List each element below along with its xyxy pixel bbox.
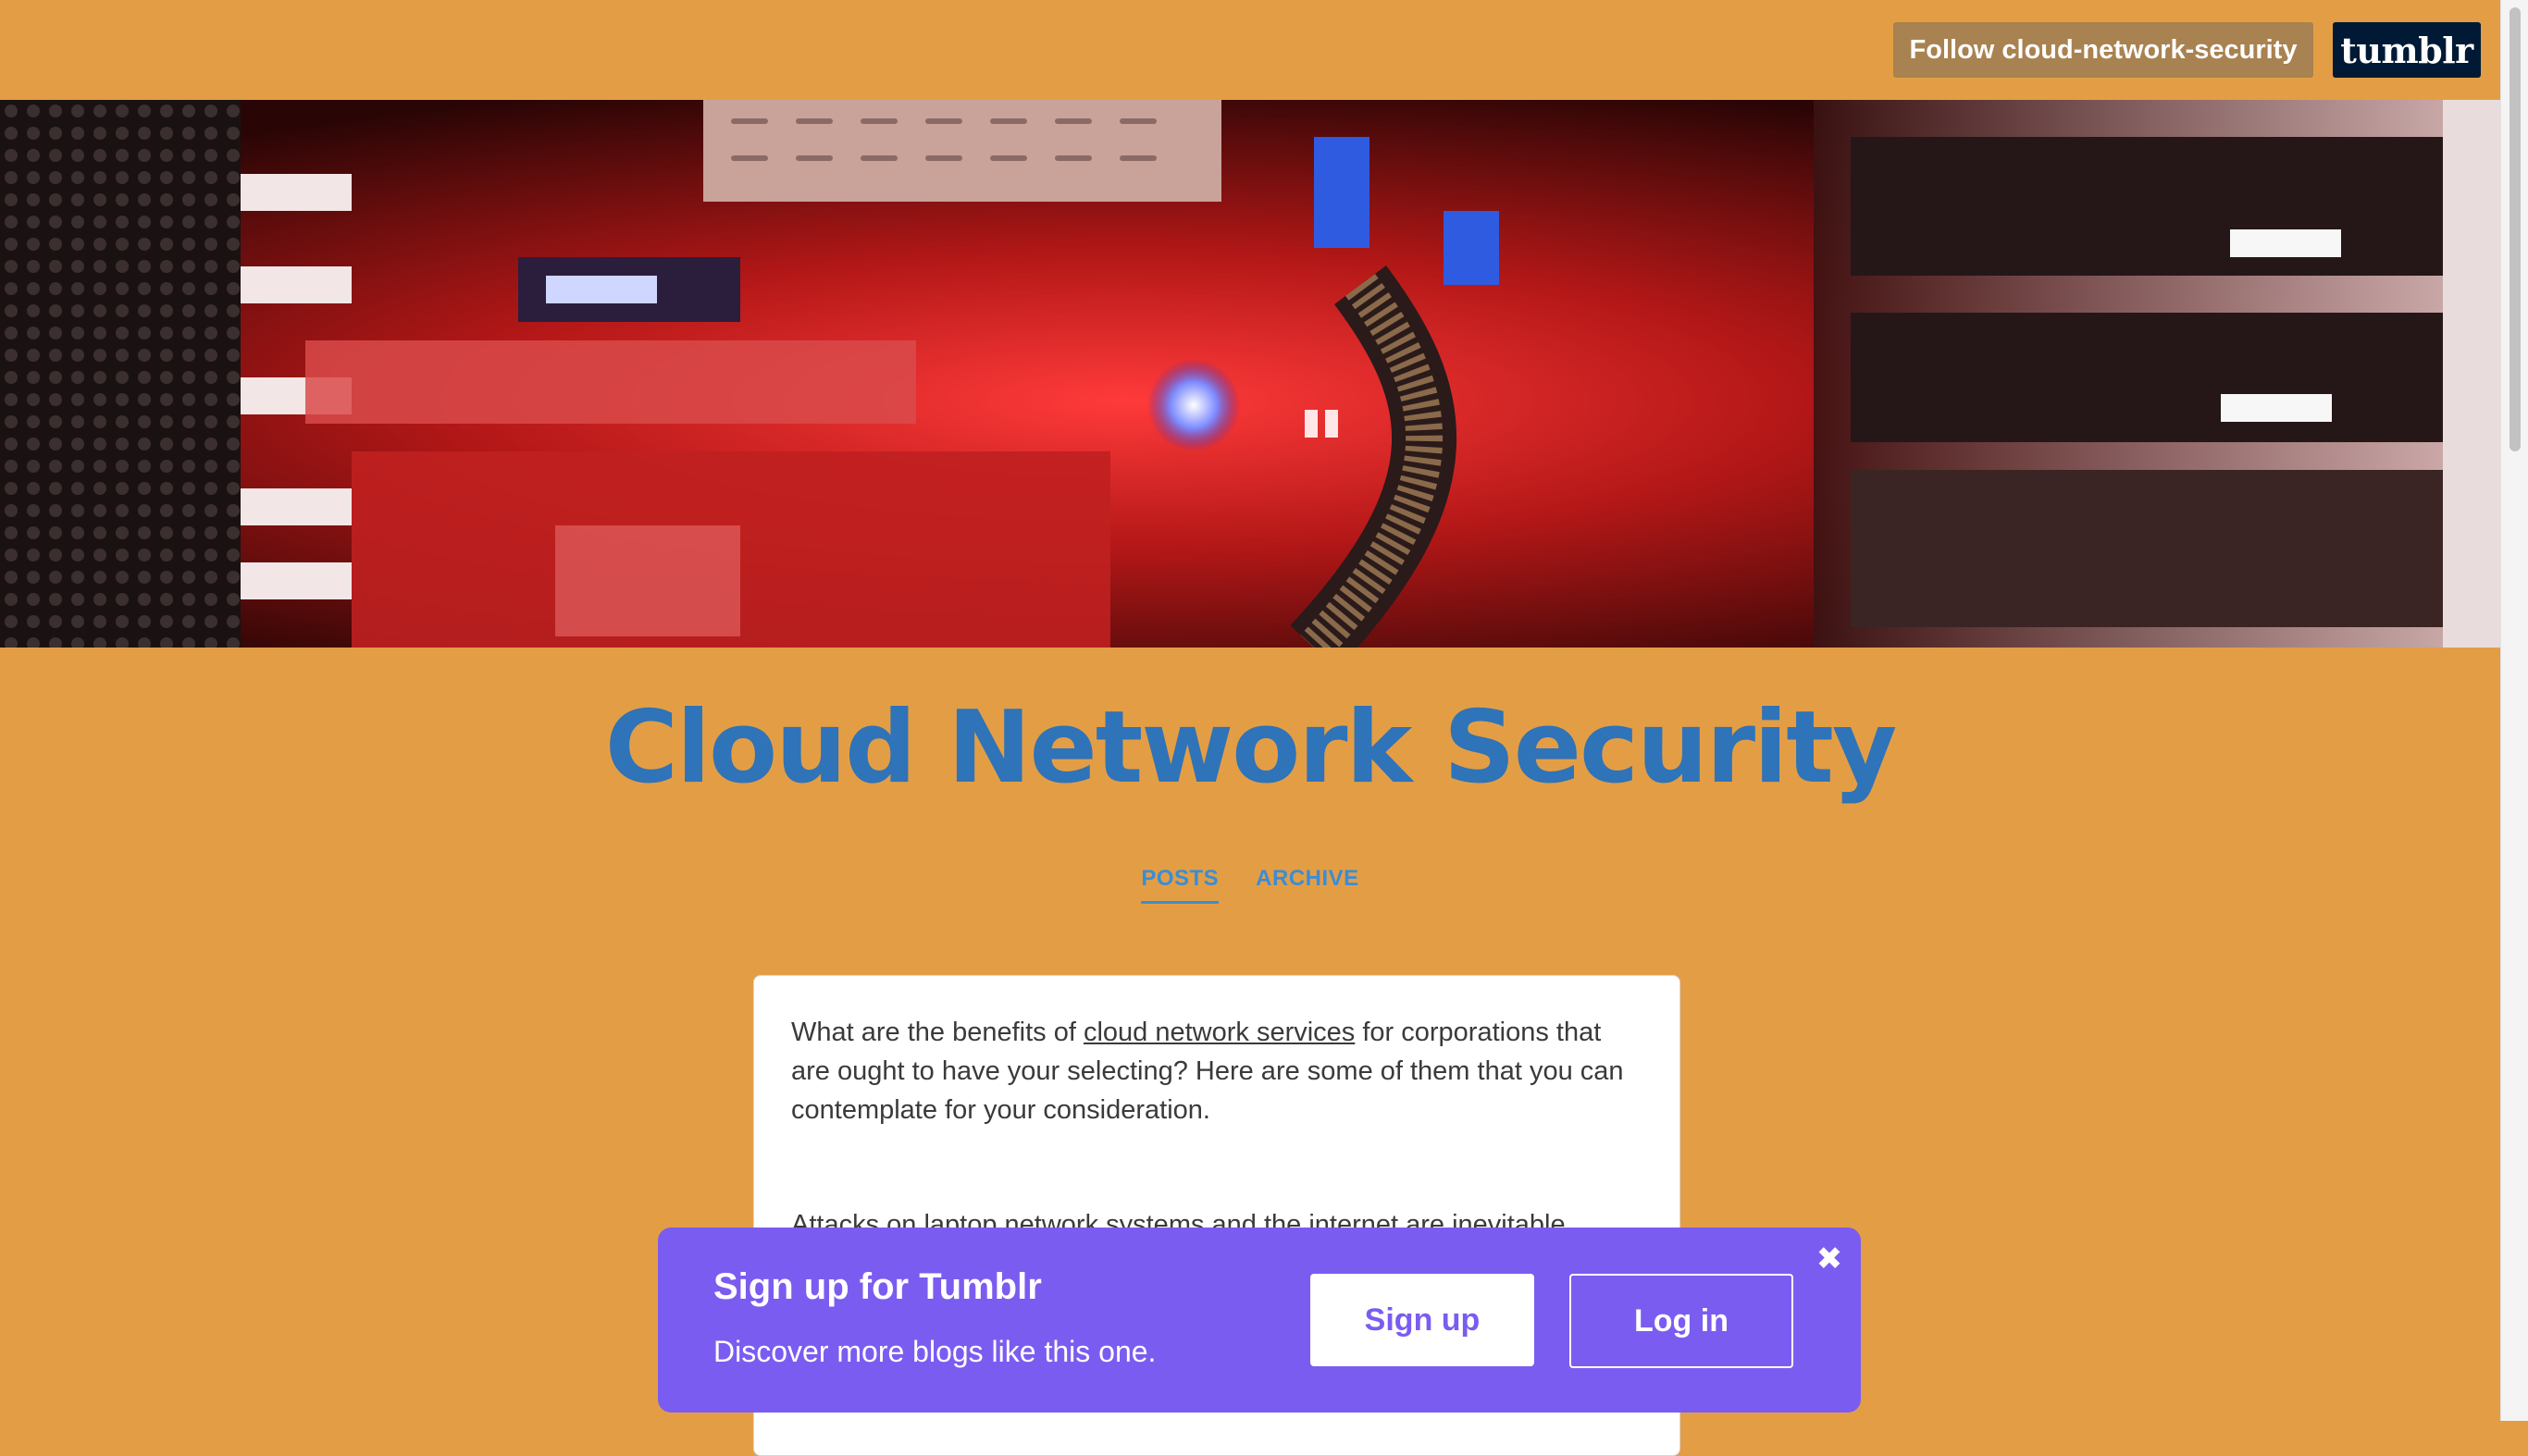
signup-title: Sign up for Tumblr xyxy=(713,1266,1042,1307)
log-in-button[interactable]: Log in xyxy=(1569,1274,1793,1368)
signup-subtitle: Discover more blogs like this one. xyxy=(713,1335,1157,1368)
top-bar: Follow cloud-network-security tumblr xyxy=(0,0,2500,100)
sign-up-button[interactable]: Sign up xyxy=(1310,1274,1534,1366)
follow-blog-button[interactable]: Follow cloud-network-security xyxy=(1893,22,2313,78)
blog-title: Cloud Network Security xyxy=(604,690,1897,806)
nav-posts-link[interactable]: POSTS xyxy=(1141,866,1220,904)
cloud-network-services-link[interactable]: cloud network services xyxy=(1084,1018,1355,1047)
post-paragraph-1: What are the benefits of cloud network s… xyxy=(791,1013,1642,1129)
tumblr-logo[interactable]: tumblr xyxy=(2333,22,2481,78)
scrollbar-thumb[interactable] xyxy=(2509,7,2521,451)
close-icon[interactable]: ✖ xyxy=(1813,1240,1846,1277)
post-text: What are the benefits of xyxy=(791,1018,1084,1047)
nav-archive-link[interactable]: ARCHIVE xyxy=(1256,866,1359,904)
signup-banner: Sign up for Tumblr Discover more blogs l… xyxy=(658,1228,1861,1413)
page-scrollbar[interactable] xyxy=(2500,0,2528,1421)
header-image xyxy=(0,100,2500,648)
blog-nav: POSTS ARCHIVE xyxy=(0,866,2500,904)
